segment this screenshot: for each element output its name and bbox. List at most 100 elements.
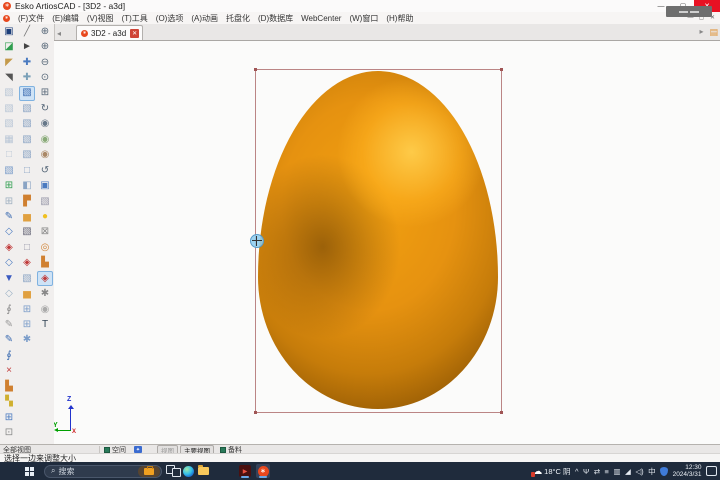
pin-tool-icon[interactable]: ▼ [1, 271, 17, 286]
render-tool-icon[interactable]: ▅ [19, 209, 35, 224]
sync-icon[interactable]: ⇄ [594, 467, 600, 476]
sphere-tool-icon[interactable]: ◎ [37, 240, 53, 255]
chevron-up-icon[interactable]: ^ [575, 467, 579, 476]
grid-tool-icon[interactable]: ⊞ [1, 194, 17, 209]
rotate-view-tool-icon[interactable]: ↻ [37, 101, 53, 116]
move-tool-icon[interactable]: ✚ [19, 55, 35, 70]
fold-tool-4-icon[interactable]: □ [1, 148, 17, 163]
camera-tool-3-icon[interactable]: ◉ [37, 148, 53, 163]
tape-dark-tool-icon[interactable]: ◥ [1, 70, 17, 85]
network-icon[interactable]: ◢ [625, 467, 631, 476]
volume-icon[interactable]: ◁) [635, 467, 643, 476]
menu-item-2[interactable]: (V)视图 [83, 13, 118, 24]
cube-view-6-icon[interactable]: ▧ [19, 271, 35, 286]
menu-item-5[interactable]: (A)动画 [187, 13, 222, 24]
undo-view-tool-icon[interactable]: ↺ [37, 163, 53, 178]
tray-app2-icon[interactable]: ▥ [613, 467, 620, 476]
cube-view-3-icon[interactable]: ▧ [19, 132, 35, 147]
measure-tool-icon[interactable]: ╱ [19, 24, 35, 39]
t-square-tool-icon[interactable]: T [37, 317, 53, 332]
assembly-settings-tool-icon[interactable]: ✱ [19, 333, 35, 348]
select-arrow-tool-icon[interactable]: ► [19, 39, 35, 54]
attach-tool-icon[interactable]: ∮ [1, 302, 17, 317]
point-tool-2-icon[interactable]: ◇ [1, 256, 17, 271]
fold-tool-icon[interactable]: ▧ [1, 86, 17, 101]
search-input[interactable]: ⌕ 搜索 [44, 465, 162, 478]
notification-icon[interactable] [706, 466, 717, 476]
render-tool-2-icon[interactable]: ▅ [19, 286, 35, 301]
menu-item-3[interactable]: (T)工具 [118, 13, 152, 24]
copy-tool-icon[interactable]: ▦ [1, 132, 17, 147]
tape-tool-icon[interactable]: ◤ [1, 55, 17, 70]
zoom-1to1-tool-icon[interactable]: ⊙ [37, 70, 53, 85]
menu-item-0[interactable]: (F)文件 [14, 13, 48, 24]
tray-app-icon[interactable]: ≡ [605, 467, 609, 476]
tab-scroll-right-icon[interactable]: ▸ [696, 27, 706, 38]
move-copy-tool-icon[interactable]: ✚ [19, 70, 35, 85]
cube-small-tool-icon[interactable]: ▧ [37, 194, 53, 209]
menu-item-10[interactable]: (H)帮助 [382, 13, 417, 24]
wireframe-tool-icon[interactable]: ◈ [19, 256, 35, 271]
gears-tool-icon[interactable]: ✱ [37, 286, 53, 301]
menu-item-4[interactable]: (O)选项 [152, 13, 188, 24]
tab-scroll-left-icon[interactable]: ◂ [54, 29, 64, 40]
start-button[interactable] [22, 464, 36, 478]
zoom-in-tool-icon[interactable]: ⊕ [37, 24, 53, 39]
resize-handle[interactable] [254, 68, 257, 71]
chair-tool-icon[interactable]: ▙ [37, 256, 53, 271]
search-highlight-chip[interactable] [138, 466, 160, 477]
cube-view-4-icon[interactable]: ▧ [19, 148, 35, 163]
resize-handle[interactable] [254, 411, 257, 414]
cube-dark-tool-icon[interactable]: ▧ [19, 225, 35, 240]
hierarchy-tool-icon[interactable]: ▙ [1, 379, 17, 394]
media-app-button[interactable]: ▶ [238, 464, 252, 478]
security-shield-icon[interactable] [660, 467, 668, 476]
cube-light-tool-icon[interactable]: □ [19, 240, 35, 255]
layer-state-icon[interactable]: ✦ [134, 446, 142, 453]
menu-item-9[interactable]: (W)窗口 [345, 13, 382, 24]
window-settings-tool-icon[interactable]: ⊡ [1, 425, 17, 440]
fold-tool-5-icon[interactable]: ▧ [1, 163, 17, 178]
hide-tool-icon[interactable]: ⊠ [37, 225, 53, 240]
detach-tool-icon[interactable]: × [1, 364, 17, 379]
flip-surface-tool-icon[interactable]: ◪ [1, 39, 17, 54]
file-explorer-button[interactable] [196, 464, 210, 478]
cube-view-1-icon[interactable]: ▧ [19, 101, 35, 116]
microphone-icon[interactable]: Ψ [583, 467, 589, 476]
draw-tool-icon[interactable]: ✎ [1, 209, 17, 224]
light-tool-icon[interactable]: ● [37, 209, 53, 224]
clock[interactable]: 12:30 2024/3/31 [673, 464, 702, 478]
camera-tool-2-icon[interactable]: ◉ [37, 132, 53, 147]
selected-cube-tool-icon[interactable]: ▧ [19, 86, 35, 101]
document-tab[interactable]: ∗ 3D2 - a3d ✕ [76, 25, 143, 40]
viewport-tool-icon[interactable]: ▣ [37, 178, 53, 193]
resize-handle[interactable] [500, 411, 503, 414]
annotate-tool-icon[interactable]: ✎ [1, 317, 17, 332]
camera-tool-1-icon[interactable]: ◉ [37, 117, 53, 132]
menu-item-6[interactable]: 托盘化 [222, 13, 254, 24]
delete-point-tool-icon[interactable]: ◈ [1, 240, 17, 255]
weather-widget[interactable]: ☁ 18°C 阴 [533, 466, 570, 477]
menu-item-8[interactable]: WebCenter [297, 14, 345, 23]
shape-tool-icon[interactable]: ▚ [1, 395, 17, 410]
section-tool-icon[interactable]: ◧ [19, 178, 35, 193]
wireframe-view-tool-icon[interactable]: ◈ [37, 271, 53, 286]
zoom-window-tool-icon[interactable]: ⊕ [37, 39, 53, 54]
cube-view-2-icon[interactable]: ▧ [19, 117, 35, 132]
crosshair-cursor-icon[interactable] [250, 234, 264, 248]
task-view-button[interactable] [166, 464, 180, 478]
zoom-fit-tool-icon[interactable]: ⊞ [37, 86, 53, 101]
camera-gray-tool-icon[interactable]: ◉ [37, 302, 53, 317]
window-add-tool-icon[interactable]: ⊞ [1, 410, 17, 425]
tab-menu-icon[interactable]: ▤ [709, 27, 718, 38]
fold-tool-2-icon[interactable]: ▧ [1, 101, 17, 116]
artioscad-app-button[interactable]: ∗ [256, 464, 270, 478]
open-box-tool-icon[interactable]: ▛ [19, 194, 35, 209]
attach-add-tool-icon[interactable]: ∮ [1, 348, 17, 363]
zoom-out-tool-icon[interactable]: ⊖ [37, 55, 53, 70]
fold-tool-3-icon[interactable]: ▧ [1, 117, 17, 132]
multi-cube-tool-icon[interactable]: ⊞ [19, 302, 35, 317]
viewport-3d[interactable]: Z Y X [54, 40, 720, 445]
grid-add-tool-icon[interactable]: ⊞ [1, 178, 17, 193]
point-tool-icon[interactable]: ◇ [1, 225, 17, 240]
